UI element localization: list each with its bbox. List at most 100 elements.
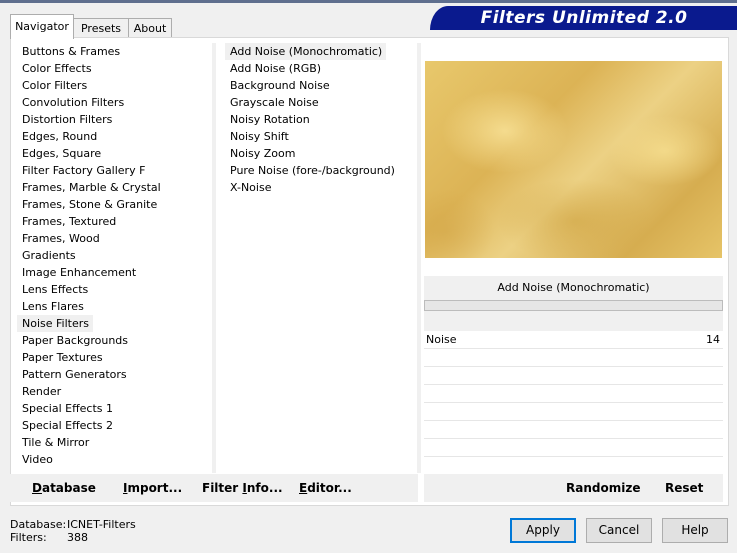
filter-row: Noisy Rotation — [225, 111, 415, 128]
category-row: Distortion Filters — [17, 111, 212, 128]
category-row: Lens Flares — [17, 298, 212, 315]
parameter-row-empty — [424, 439, 723, 457]
category-row: Noise Filters — [17, 315, 212, 332]
category-item[interactable]: Frames, Wood — [17, 230, 212, 247]
category-item[interactable]: Noise Filters — [17, 315, 93, 332]
editor-button-rest: ditor... — [307, 481, 352, 495]
filter-item[interactable]: X-Noise — [225, 179, 415, 196]
parameter-row-empty — [424, 403, 723, 421]
category-row: Frames, Marble & Crystal — [17, 179, 212, 196]
filter-item[interactable]: Background Noise — [225, 77, 415, 94]
category-row: Frames, Textured — [17, 213, 212, 230]
status-database-label: Database: — [10, 518, 67, 531]
database-status: Database:ICNET-Filters Filters: 388 — [10, 518, 136, 544]
brand-banner: Filters Unlimited 2.0 — [430, 6, 737, 30]
category-row: Tile & Mirror — [17, 434, 212, 451]
category-item[interactable]: Paper Textures — [17, 349, 212, 366]
filter-item[interactable]: Noisy Zoom — [225, 145, 415, 162]
tab-presets[interactable]: Presets — [73, 18, 129, 38]
parameter-row-empty — [424, 367, 723, 385]
category-item[interactable]: Frames, Textured — [17, 213, 212, 230]
database-button[interactable]: Database — [32, 481, 96, 495]
category-item[interactable]: Tile & Mirror — [17, 434, 212, 451]
navigator-toolbar: Database Import... Filter Info... Editor… — [10, 474, 418, 502]
tab-about[interactable]: About — [128, 18, 172, 38]
list-separator — [212, 43, 216, 473]
filter-info-button[interactable]: Filter Info... — [202, 481, 283, 495]
status-database-value: ICNET-Filters — [67, 518, 136, 531]
database-button-accel: D — [32, 481, 42, 495]
category-item[interactable]: Filter Factory Gallery F — [17, 162, 212, 179]
status-database-row: Database:ICNET-Filters — [10, 518, 136, 531]
category-row: Edges, Square — [17, 145, 212, 162]
category-row: Color Effects — [17, 60, 212, 77]
parameter-row-empty — [424, 421, 723, 439]
randomize-button[interactable]: Randomize — [566, 481, 640, 495]
parameter-row-empty — [424, 457, 723, 475]
cancel-button[interactable]: Cancel — [586, 518, 652, 543]
filter-item[interactable]: Add Noise (RGB) — [225, 60, 415, 77]
editor-button-accel: E — [299, 481, 308, 495]
status-filters-value: 388 — [67, 531, 88, 544]
category-item[interactable]: Frames, Stone & Granite — [17, 196, 212, 213]
category-row: Frames, Wood — [17, 230, 212, 247]
filter-row: Add Noise (RGB) — [225, 60, 415, 77]
status-filters-label: Filters: — [10, 531, 47, 544]
category-item[interactable]: Edges, Round — [17, 128, 212, 145]
filter-item[interactable]: Grayscale Noise — [225, 94, 415, 111]
category-item[interactable]: Render — [17, 383, 212, 400]
category-row: Filter Factory Gallery F — [17, 162, 212, 179]
filter-info-button-pre: Filter — [202, 481, 243, 495]
category-item[interactable]: Video — [17, 451, 212, 468]
category-item[interactable]: Gradients — [17, 247, 212, 264]
category-row: Edges, Round — [17, 128, 212, 145]
filter-item[interactable]: Add Noise (Monochromatic) — [225, 43, 387, 60]
category-row: Special Effects 2 — [17, 417, 212, 434]
category-list[interactable]: Buttons & Frames Color Effects Color Filte… — [17, 43, 212, 468]
category-item[interactable]: Paper Backgrounds — [17, 332, 212, 349]
category-item[interactable]: Color Filters — [17, 77, 212, 94]
reset-button[interactable]: Reset — [665, 481, 703, 495]
filter-list[interactable]: Add Noise (Monochromatic) Add Noise (RGB)… — [225, 43, 415, 196]
category-item[interactable]: Lens Flares — [17, 298, 212, 315]
parameter-row-empty — [424, 349, 723, 367]
category-row: Frames, Stone & Granite — [17, 196, 212, 213]
help-button[interactable]: Help — [662, 518, 728, 543]
parameter-header-band — [424, 311, 723, 331]
category-row: Gradients — [17, 247, 212, 264]
parameter-list: Noise 14 — [424, 331, 723, 475]
category-row: Convolution Filters — [17, 94, 212, 111]
category-row: Buttons & Frames — [17, 43, 212, 60]
filter-row: Grayscale Noise — [225, 94, 415, 111]
category-row: Color Filters — [17, 77, 212, 94]
editor-button[interactable]: Editor... — [299, 481, 352, 495]
category-row: Paper Textures — [17, 349, 212, 366]
filter-item[interactable]: Noisy Rotation — [225, 111, 415, 128]
category-row: Lens Effects — [17, 281, 212, 298]
database-button-rest: atabase — [41, 481, 96, 495]
apply-button[interactable]: Apply — [510, 518, 576, 543]
preview-separator — [417, 43, 421, 473]
category-item[interactable]: Pattern Generators — [17, 366, 212, 383]
category-item[interactable]: Lens Effects — [17, 281, 212, 298]
category-item[interactable]: Frames, Marble & Crystal — [17, 179, 212, 196]
category-row: Image Enhancement — [17, 264, 212, 281]
tab-navigator[interactable]: Navigator — [10, 14, 74, 39]
category-item[interactable]: Image Enhancement — [17, 264, 212, 281]
filter-item[interactable]: Noisy Shift — [225, 128, 415, 145]
category-row: Pattern Generators — [17, 366, 212, 383]
category-item[interactable]: Edges, Square — [17, 145, 212, 162]
filter-row: Noisy Shift — [225, 128, 415, 145]
filter-row: Pure Noise (fore-/background) — [225, 162, 415, 179]
filter-item[interactable]: Pure Noise (fore-/background) — [225, 162, 415, 179]
category-item[interactable]: Special Effects 1 — [17, 400, 212, 417]
parameter-toolbar: Randomize Reset — [424, 474, 723, 502]
filter-row: Noisy Zoom — [225, 145, 415, 162]
category-item[interactable]: Special Effects 2 — [17, 417, 212, 434]
category-item[interactable]: Distortion Filters — [17, 111, 212, 128]
category-item[interactable]: Convolution Filters — [17, 94, 212, 111]
category-item[interactable]: Color Effects — [17, 60, 212, 77]
parameter-row[interactable]: Noise 14 — [424, 331, 723, 349]
category-item[interactable]: Buttons & Frames — [17, 43, 212, 60]
import-button[interactable]: Import... — [123, 481, 182, 495]
